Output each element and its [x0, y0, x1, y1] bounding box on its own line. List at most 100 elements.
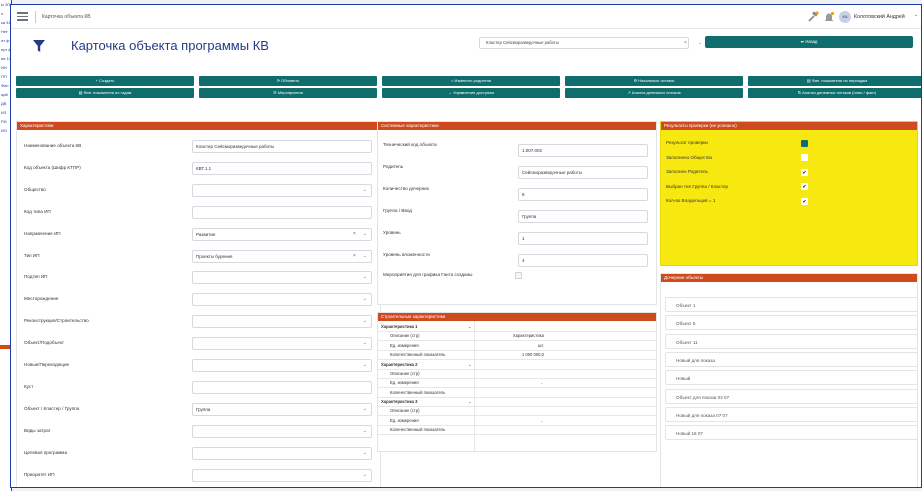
field-input[interactable]: ⌄ [192, 424, 372, 438]
chevron-down-icon[interactable]: ⌄ [363, 404, 367, 415]
child-object-item[interactable]: Новый 16 07 [665, 425, 918, 441]
field-input[interactable]: ⌄ [192, 359, 372, 372]
field-input[interactable] [192, 380, 372, 394]
field-input[interactable]: ⌄ [192, 468, 372, 482]
child-object-item[interactable]: Объект 1 [665, 297, 918, 312]
child-object-item[interactable]: Новый для показа 07 07 [665, 406, 918, 422]
breadcrumb[interactable]: Карточка объекта КВ [42, 12, 91, 22]
chevron-down-icon[interactable]: ⌄ [540, 379, 544, 387]
group-row[interactable]: Характеристика 1 [381, 323, 418, 331]
chevron-down-icon[interactable]: ⌄ [363, 185, 367, 196]
chevron-down-icon[interactable]: ⌄ [363, 338, 367, 349]
chevron-down-icon[interactable]: ⌄ [363, 272, 367, 283]
field-input[interactable]: ⌄ [192, 183, 372, 197]
field-label: Реконструкция/Строительство [24, 318, 89, 324]
child-object-item[interactable]: Объект для показа 02 07 [665, 388, 918, 404]
field-input[interactable]: 1.007.002 [518, 144, 648, 157]
chevron-down-icon[interactable]: ⌄ [914, 12, 918, 18]
chevron-down-icon[interactable]: ⌄ [363, 316, 367, 327]
group-row[interactable]: Характеристика 2 [381, 361, 418, 369]
clear-icon[interactable]: × [353, 229, 356, 240]
menu-icon[interactable] [17, 12, 28, 21]
field-input[interactable]: Группа [518, 210, 648, 223]
field-value: Сейсморазведочные работы [522, 170, 583, 175]
construction-header: Строительные характеристики [378, 313, 656, 321]
empty-checkbox[interactable] [801, 154, 808, 161]
chevron-down-icon[interactable]: ⌄ [363, 470, 367, 481]
field-input[interactable]: Сейсморазведочные работы [518, 166, 648, 179]
characteristics-panel: Характеристики Наименование объекта КВ Кл… [16, 121, 381, 487]
child-object-item[interactable]: Новый [665, 370, 918, 386]
toolbar-button-row2-3[interactable]: ↗ Анализ денежных потоков [565, 88, 743, 98]
hammer-icon[interactable] [807, 11, 819, 23]
chevron-down-icon[interactable]: ⌄ [468, 323, 472, 331]
field-label: Код типа ИП [24, 208, 51, 214]
toolbar-button-row1-0[interactable]: + Создать [16, 76, 194, 86]
checked-checkbox[interactable]: ✔ [801, 197, 808, 205]
chevron-down-icon[interactable]: ⌄ [468, 361, 472, 369]
filter-icon [33, 40, 45, 52]
chevron-down-icon[interactable]: ⌄ [468, 398, 472, 406]
chevron-down-icon[interactable]: ⌄ [363, 251, 367, 262]
field-input[interactable]: КВТ.1.1 [192, 161, 372, 175]
property-value[interactable]: шт. [478, 342, 544, 350]
user-name[interactable]: Колотовский Андрей [854, 12, 905, 22]
status-checkbox[interactable] [801, 139, 808, 147]
chevron-down-icon[interactable]: ⌄ [363, 360, 367, 371]
field-input[interactable]: 1 [518, 232, 648, 245]
toolbar-button-row1-2[interactable]: < Изменить родителя [382, 76, 560, 86]
field-input[interactable]: ⌄ [192, 293, 372, 307]
checked-checkbox[interactable]: ✔ [801, 183, 808, 190]
field-label: Общество [24, 186, 46, 192]
field-label: Новые/Переходящие [24, 362, 70, 367]
check-results-header: Результаты проверки (не успешно) [661, 122, 917, 130]
field-input[interactable]: Кластер Сейсморазведочные работы [192, 140, 372, 153]
back-label: Назад [805, 39, 818, 44]
chevron-down-icon[interactable]: ⌄ [540, 417, 544, 425]
field-input[interactable] [192, 205, 372, 219]
field-input[interactable]: ⌄ [192, 315, 372, 329]
chevron-down-icon[interactable]: ⌄ [363, 229, 367, 240]
row-divider [378, 359, 656, 360]
chevron-down-icon[interactable]: ⌄ [540, 342, 544, 350]
chevron-down-icon[interactable]: ⌄ [363, 426, 367, 437]
toolbar-button-row1-4[interactable]: ▤ Фин. показатели по периодам [748, 76, 921, 86]
row-divider [378, 396, 656, 398]
avatar[interactable]: КА [839, 11, 851, 23]
field-input[interactable]: Развитие × ⌄ [192, 227, 372, 241]
toolbar-button-row2-0[interactable]: ▤ Фин. показатели по годам [16, 88, 194, 98]
field-input[interactable]: 4 [518, 254, 648, 267]
clear-icon[interactable]: × [684, 38, 687, 48]
child-object-item[interactable]: Объект 5 [665, 315, 918, 331]
toolbar-button-row2-4[interactable]: ⇅ Анализ денежных потоков (план / факт) [748, 88, 921, 98]
toolbar-button-row1-3[interactable]: ⚙ Начальные остатки [565, 76, 743, 86]
field-value: 1 [522, 236, 525, 241]
property-value[interactable]: Характеристика [478, 332, 544, 340]
group-row[interactable]: Характеристика 3 [381, 398, 418, 406]
chevron-down-icon[interactable]: ⌄ [698, 38, 702, 48]
bell-icon[interactable] [823, 11, 835, 23]
characteristics-header: Характеристики [17, 122, 380, 130]
clear-icon[interactable]: × [353, 251, 356, 262]
row-divider [378, 406, 656, 407]
toolbar-button-row2-1[interactable]: ☰ Мероприятия [199, 88, 377, 98]
kv-object-select[interactable]: Кластер Сейсморазведочные работы × ⌄ [479, 37, 702, 49]
gantt-checkbox[interactable] [515, 272, 522, 279]
field-input[interactable]: ⌄ [192, 271, 372, 285]
child-object-item[interactable]: Новый для показа [665, 351, 918, 367]
toolbar-button-row2-2[interactable]: ↔ Управление доступом [382, 88, 560, 98]
field-input[interactable]: 8 [518, 188, 648, 201]
chevron-down-icon[interactable]: ⌄ [363, 448, 367, 459]
toolbar-button-row1-1[interactable]: ⟳ Обновить [199, 76, 377, 86]
field-input[interactable]: ⌄ [192, 446, 372, 460]
checked-checkbox[interactable]: ✔ [801, 168, 808, 176]
child-object-item[interactable]: Объект 11 [665, 333, 918, 349]
field-input[interactable]: ⌄ [192, 337, 372, 351]
property-value[interactable]: 1 000 000,0 [478, 351, 544, 359]
field-label: Виды затрат [24, 427, 51, 433]
field-input[interactable]: Проекты бурения × ⌄ [192, 249, 372, 263]
kv-select-value: Кластер Сейсморазведочные работы [486, 40, 559, 45]
back-button[interactable]: ⬅ Назад [705, 36, 913, 48]
chevron-down-icon[interactable]: ⌄ [363, 294, 367, 305]
field-input[interactable]: Группа ⌄ [192, 402, 372, 416]
